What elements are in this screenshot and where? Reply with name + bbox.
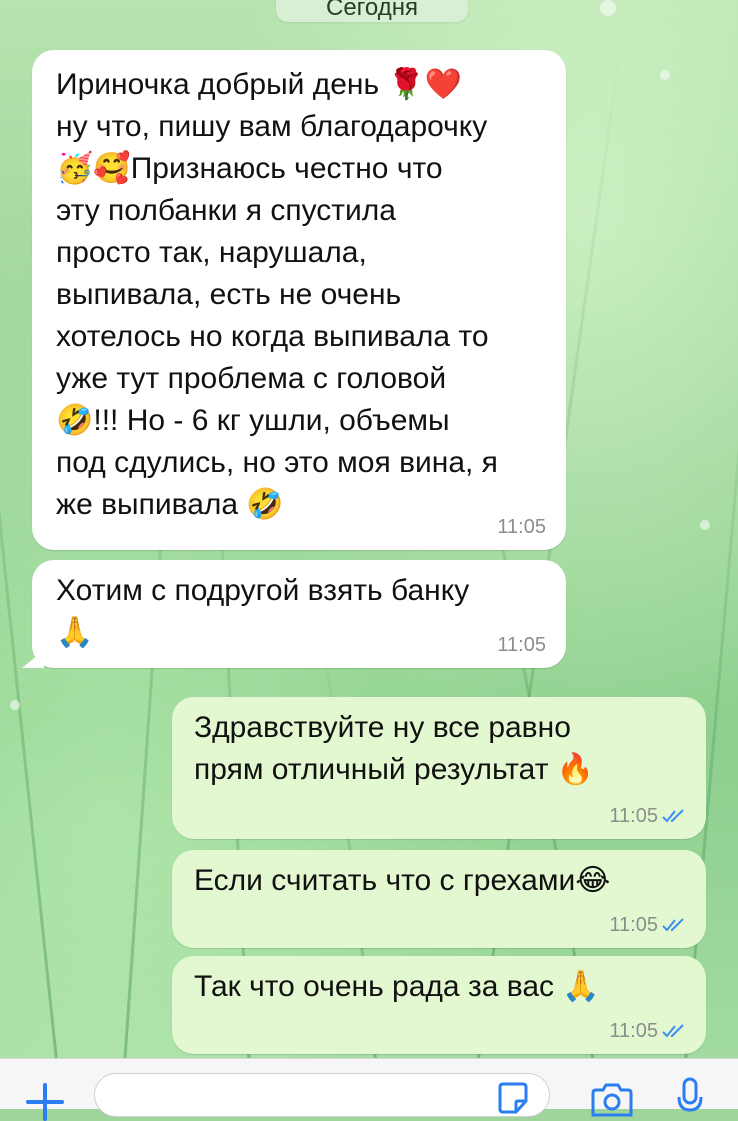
read-check-icon xyxy=(662,809,684,823)
message-text: Если считать что с грехами😂 xyxy=(194,864,611,897)
message-text: Так что очень рада за вас 🙏 xyxy=(194,970,600,1003)
message-text: Здравствуйте ну все равно прям отличный … xyxy=(194,711,595,786)
message-time: 11:05 xyxy=(609,914,658,936)
message-time: 11:05 xyxy=(497,634,546,656)
date-chip: Сегодня xyxy=(276,0,468,22)
message-text: Ириночка добрый день 🌹❤️ ну что, пишу ва… xyxy=(56,68,498,521)
message-time: 11:05 xyxy=(497,516,546,538)
message-time: 11:05 xyxy=(609,1020,658,1042)
message-meta: 11:05 xyxy=(609,1020,686,1042)
outgoing-message[interactable]: Если считать что с грехами😂 11:05 xyxy=(172,850,706,948)
message-text: Хотим с подругой взять банку 🙏 xyxy=(56,574,470,649)
read-check-icon xyxy=(662,918,684,932)
outgoing-message[interactable]: Так что очень рада за вас 🙏 11:05 xyxy=(172,956,706,1054)
camera-icon[interactable] xyxy=(590,1083,634,1117)
message-meta: 11:05 xyxy=(609,805,686,827)
incoming-message[interactable]: Ириночка добрый день 🌹❤️ ну что, пишу ва… xyxy=(32,50,566,550)
message-input[interactable] xyxy=(94,1073,550,1117)
water-drop xyxy=(10,700,20,710)
outgoing-message[interactable]: Здравствуйте ну все равно прям отличный … xyxy=(172,697,706,839)
message-meta: 11:05 xyxy=(497,634,546,656)
bubble-tail xyxy=(22,650,44,668)
plus-icon[interactable] xyxy=(26,1083,64,1121)
water-drop xyxy=(700,520,710,530)
sticker-icon[interactable] xyxy=(496,1081,530,1115)
water-drop xyxy=(660,70,670,80)
message-time: 11:05 xyxy=(609,805,658,827)
incoming-message[interactable]: Хотим с подругой взять банку 🙏 11:05 xyxy=(22,560,566,668)
message-meta: 11:05 xyxy=(497,516,546,538)
read-check-icon xyxy=(662,1024,684,1038)
microphone-icon[interactable] xyxy=(676,1077,704,1117)
message-input-bar xyxy=(0,1058,738,1121)
message-meta: 11:05 xyxy=(609,914,686,936)
water-drop xyxy=(600,0,616,16)
